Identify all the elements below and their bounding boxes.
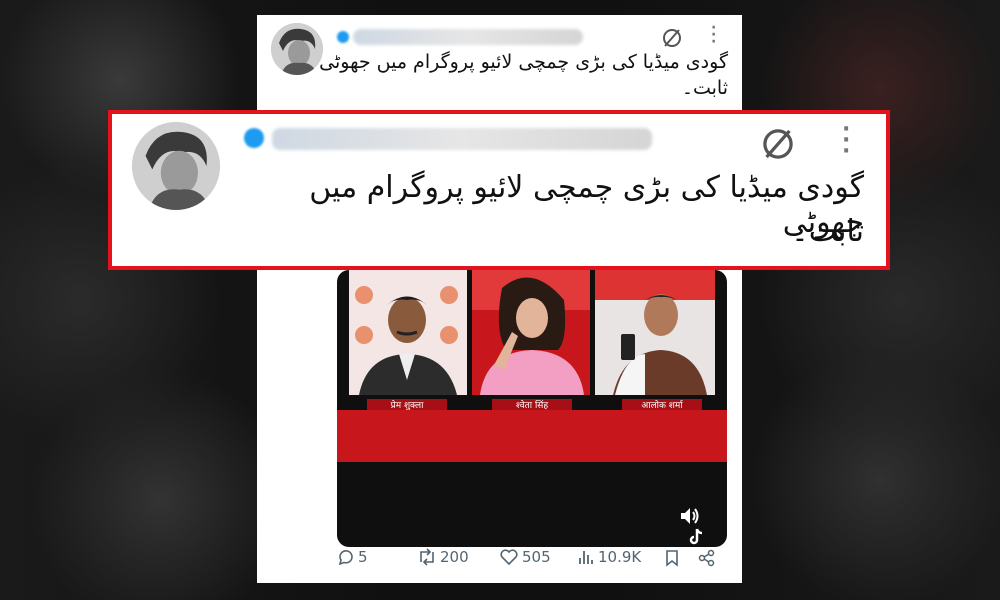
more-options-icon[interactable]: · · · <box>711 21 716 49</box>
volume-icon[interactable] <box>679 506 701 526</box>
video-lower-band <box>337 410 727 462</box>
like-button[interactable]: 505 <box>499 548 551 566</box>
video-panel-center <box>472 270 590 395</box>
tweet-video[interactable]: प्रेम शुक्ला श्वेता सिंह आलोक शर्मा <box>337 270 727 547</box>
grok-icon[interactable] <box>661 27 683 49</box>
highlight-zoom-box: · · · گودی میڈیا کی بڑی چمچی لائیو پروگرام… <box>108 110 890 270</box>
repost-count: 200 <box>440 548 469 566</box>
video-panel-right <box>595 270 715 395</box>
bookmark-icon[interactable] <box>664 549 680 567</box>
author-name-blurred <box>272 128 652 150</box>
reply-count: 5 <box>358 548 368 566</box>
repost-icon <box>420 548 434 566</box>
more-options-icon: · · · <box>842 117 851 164</box>
zoom-text-line2: ثابت۔ <box>791 214 864 249</box>
grok-icon <box>763 129 793 159</box>
verified-badge-icon <box>244 128 264 148</box>
views-button[interactable]: 10.9K <box>577 548 641 566</box>
video-panel-left <box>349 270 467 395</box>
views-icon <box>579 551 593 564</box>
heart-icon <box>500 549 518 566</box>
tweet-text-line1: گودی میڈیا کی بڑی چمچی لائیو پروگرام میں… <box>319 51 728 73</box>
tweet-actions-bar: 5 200 505 10.9K <box>337 548 717 570</box>
verified-badge-icon <box>337 31 349 43</box>
views-count: 10.9K <box>598 548 642 566</box>
reply-icon <box>338 550 353 566</box>
share-icon[interactable] <box>698 549 716 567</box>
tweet-text-line2: ثابت۔ <box>681 77 728 99</box>
tweet-card: · · · گودی میڈیا کی بڑی چمچی لائیو پروگرام… <box>257 15 742 583</box>
like-count: 505 <box>522 548 551 566</box>
avatar-image <box>132 122 220 210</box>
tiktok-icon <box>689 528 703 545</box>
reply-button[interactable]: 5 <box>337 548 368 566</box>
author-name-blurred <box>353 29 583 45</box>
repost-button[interactable]: 200 <box>417 548 469 566</box>
author-avatar-zoomed <box>132 122 220 210</box>
